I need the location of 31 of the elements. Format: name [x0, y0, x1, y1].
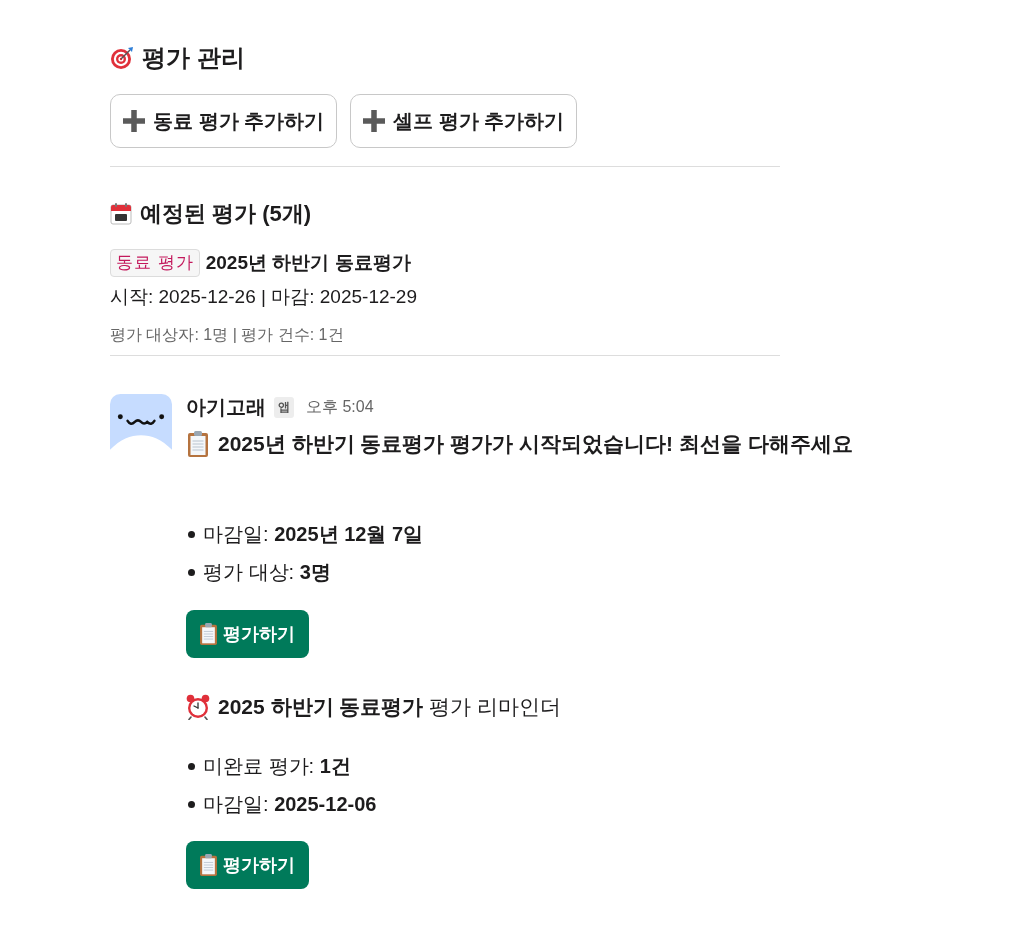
list-item-text: 마감일: 2025-12-06	[203, 792, 377, 817]
sender-name: 아기고래	[186, 394, 266, 420]
evaluation-stats: 평가 대상자: 1명 | 평가 건수: 1건	[110, 325, 345, 345]
plus-icon	[123, 110, 145, 132]
list-item-text: 평가 대상: 3명	[203, 560, 331, 585]
alarm-clock-icon	[186, 694, 210, 720]
app-badge: 앱	[274, 396, 294, 418]
clipboard-icon	[200, 623, 217, 645]
evaluation-period: 시작: 2025-12-26 | 마감: 2025-12-29	[110, 285, 418, 309]
message-text: 2025년 하반기 동료평가 평가가 시작되었습니다! 최선을 다해주세요	[218, 431, 853, 457]
section-title: 예정된 평가 (5개)	[140, 200, 312, 228]
bullet-icon	[188, 800, 195, 808]
message-text: 2025 하반기 동료평가 평가 리마인더	[218, 694, 562, 720]
target-icon	[110, 45, 134, 71]
evaluation-name: 2025년 하반기 동료평가	[205, 251, 411, 275]
section-title: 평가 관리	[142, 43, 245, 73]
calendar-icon	[110, 203, 132, 225]
list-item-text: 마감일: 2025년 12월 7일	[203, 522, 424, 547]
bullet-icon	[188, 568, 195, 576]
add-evaluation-button[interactable]: 셀프 평가 추가하기	[350, 94, 578, 148]
plus-icon	[363, 110, 386, 132]
message-time: 오후 5:04	[306, 396, 374, 417]
evaluate-button[interactable]: 평가하기	[186, 610, 309, 658]
bullet-icon	[188, 762, 195, 770]
add-evaluation-button[interactable]: 동료 평가 추가하기	[110, 94, 338, 148]
bullet-icon	[188, 530, 195, 538]
clipboard-icon	[200, 854, 217, 876]
list-item-text: 미완료 평가: 1건	[203, 754, 351, 779]
evaluate-button[interactable]: 평가하기	[186, 841, 309, 889]
category-tag: 동료 평가	[110, 249, 200, 277]
clipboard-icon	[186, 431, 210, 457]
